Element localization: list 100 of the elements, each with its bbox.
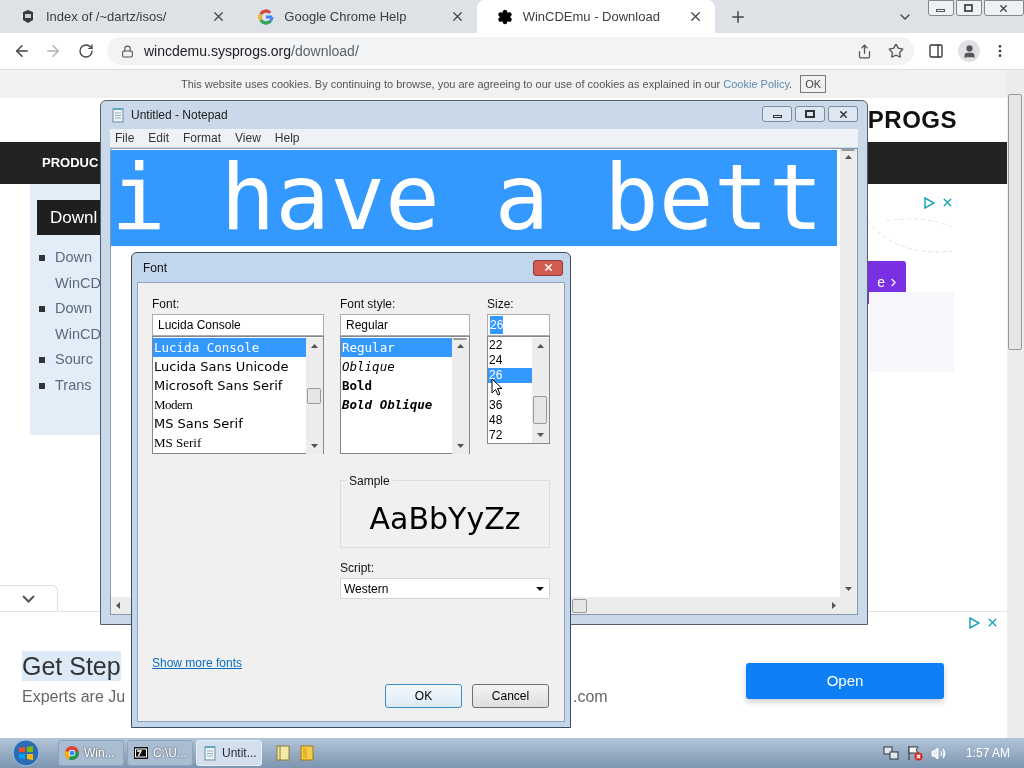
scrollbar-thumb[interactable] xyxy=(453,338,467,340)
window-title: Untitled - Notepad xyxy=(131,107,228,124)
scrollbar-thumb[interactable] xyxy=(307,388,321,404)
scroll-down-icon[interactable] xyxy=(311,444,318,448)
cookie-notice: This website uses cookies. By continuing to browse, you are agreeing to our use of cookies as explained in our Cookie Policy. xyxy=(180,76,793,92)
font-style-item[interactable]: Oblique xyxy=(341,357,452,376)
size-value: 26 xyxy=(490,316,504,334)
restore-button[interactable] xyxy=(956,0,982,16)
size-list-item[interactable]: 36 xyxy=(488,398,532,413)
scroll-up-icon[interactable] xyxy=(537,344,544,348)
network-icon[interactable] xyxy=(882,745,899,761)
scrollbar[interactable] xyxy=(840,149,857,597)
browser-tab[interactable]: WinCDEmu - Download xyxy=(476,0,715,33)
nav-item[interactable]: PRODUC xyxy=(42,153,99,173)
scroll-down-icon[interactable] xyxy=(537,433,544,437)
scrollbar-thumb[interactable] xyxy=(1008,94,1022,350)
minimize-button[interactable] xyxy=(928,0,954,16)
scroll-right-icon[interactable] xyxy=(832,602,836,609)
menu-item[interactable]: Edit xyxy=(148,129,170,147)
ok-button[interactable]: OK xyxy=(385,684,462,708)
scrollbar[interactable] xyxy=(452,338,469,454)
ad-subtitle: Experts are Ju xyxy=(22,688,126,705)
scroll-up-icon[interactable] xyxy=(311,344,318,348)
notepad-shortcut-icon[interactable] xyxy=(276,745,290,761)
cookie-ok-button[interactable]: OK xyxy=(800,75,827,93)
profile-avatar[interactable] xyxy=(958,40,980,62)
scrollbar-thumb[interactable] xyxy=(572,598,587,613)
minimize-button[interactable] xyxy=(762,106,792,122)
dialog-title: Font xyxy=(143,259,167,277)
close-icon xyxy=(542,262,554,273)
back-icon[interactable] xyxy=(13,42,31,60)
tab-title: WinCDEmu - Download xyxy=(522,7,661,26)
scroll-left-icon[interactable] xyxy=(116,602,120,609)
close-icon[interactable] xyxy=(688,9,703,24)
size-list-item[interactable]: 72 xyxy=(488,428,532,443)
list-item-text[interactable]: Trans xyxy=(55,372,92,398)
size-list-item[interactable]: 22 xyxy=(488,338,532,353)
cancel-button[interactable]: Cancel xyxy=(472,684,549,708)
ad-subtitle-tail: .com xyxy=(573,687,609,707)
ad-title: Get Step xyxy=(22,651,121,681)
close-button[interactable] xyxy=(828,106,858,122)
size-list-item[interactable]: 48 xyxy=(488,413,532,428)
maximize-button[interactable] xyxy=(795,106,825,122)
script-dropdown[interactable]: Western xyxy=(340,578,550,599)
close-button[interactable] xyxy=(533,259,563,276)
open-button[interactable]: Open xyxy=(746,663,944,699)
font-list-item[interactable]: MS Sans Serif xyxy=(153,414,306,433)
font-list-item[interactable]: Microsoft Sans Serif xyxy=(153,376,306,395)
font-name-field[interactable]: Lucida Console xyxy=(152,314,324,336)
bookmark-icon[interactable] xyxy=(888,43,904,59)
scroll-down-icon[interactable] xyxy=(845,587,852,591)
bullet-icon xyxy=(39,255,45,261)
list-item-text[interactable]: WinCD xyxy=(55,321,101,347)
font-style-item[interactable]: Bold Oblique xyxy=(341,395,452,414)
scrollbar[interactable] xyxy=(306,338,323,454)
menu-item[interactable]: View xyxy=(235,129,261,147)
scrollbar[interactable] xyxy=(532,338,549,443)
share-icon[interactable] xyxy=(857,43,872,59)
volume-icon[interactable] xyxy=(930,745,946,761)
size-list-item[interactable]: 24 xyxy=(488,353,532,368)
archive-icon xyxy=(133,745,149,761)
collapse-button[interactable] xyxy=(0,585,58,611)
ad-choices-icon[interactable] xyxy=(923,196,935,209)
menu-item[interactable]: File xyxy=(115,129,135,147)
font-list-item[interactable]: Lucida Sans Unicode xyxy=(153,357,306,376)
menu-item[interactable]: Help xyxy=(274,129,300,147)
menu-item[interactable]: Format xyxy=(183,129,222,147)
ad-choices-icon[interactable] xyxy=(968,616,980,629)
scrollbar[interactable] xyxy=(1007,70,1024,738)
close-button[interactable] xyxy=(984,0,1024,16)
ad-close-icon[interactable] xyxy=(941,196,954,209)
font-list-item[interactable]: MS Serif xyxy=(153,433,306,452)
field-label: Font: xyxy=(152,296,181,312)
taskbar-button[interactable]: Untit... xyxy=(196,740,262,766)
list-item-text[interactable]: WinCD xyxy=(55,270,101,296)
field-label: Size: xyxy=(487,296,515,312)
font-style-field[interactable]: Regular xyxy=(340,314,470,336)
reload-icon[interactable] xyxy=(78,43,94,59)
site-logo: PROGS xyxy=(867,105,957,135)
bullet-icon xyxy=(39,306,45,312)
font-style-item[interactable]: Bold xyxy=(341,376,452,395)
side-panel-icon[interactable] xyxy=(928,43,944,59)
tab-title: Index of /~dartz/isos/ xyxy=(46,7,168,26)
font-list-item[interactable]: Modern xyxy=(153,395,306,414)
scroll-up-icon[interactable] xyxy=(845,155,852,159)
address-bar[interactable]: wincdemu.sysprogs.org/download/ xyxy=(107,37,914,65)
list-item-text[interactable]: Sourc xyxy=(55,347,93,373)
list-item-text[interactable]: Down xyxy=(55,245,101,271)
show-more-fonts-link[interactable]: Show more fonts xyxy=(152,654,243,672)
flag-warning-icon[interactable] xyxy=(906,745,923,761)
scrollbar-thumb[interactable] xyxy=(533,396,547,424)
list-item-text[interactable]: Down xyxy=(55,296,101,322)
notepad-icon xyxy=(202,745,218,761)
scroll-up-icon[interactable] xyxy=(457,344,464,348)
ad-close-icon[interactable] xyxy=(986,616,999,629)
server-icon xyxy=(20,8,36,25)
chrome-icon xyxy=(64,745,80,761)
scroll-down-icon[interactable] xyxy=(457,444,464,448)
dropdown-arrow-icon xyxy=(536,586,544,591)
scrollbar-thumb[interactable] xyxy=(841,149,855,151)
